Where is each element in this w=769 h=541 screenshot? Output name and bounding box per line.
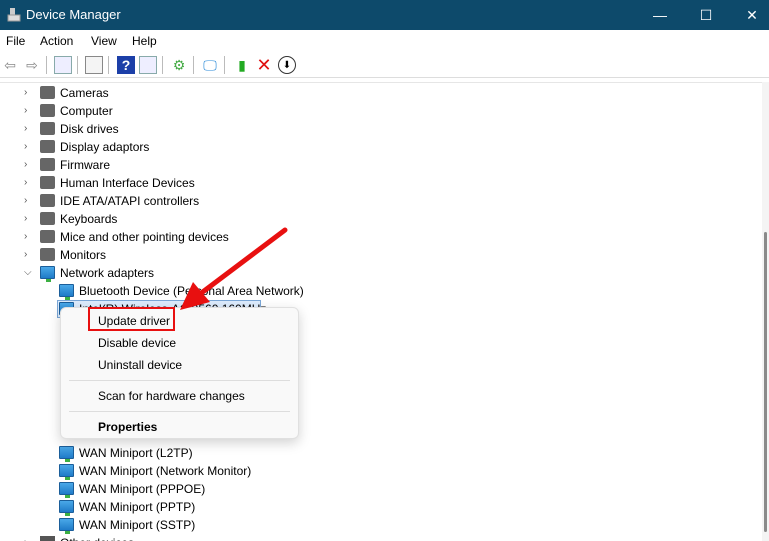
annotation-arrow [180,227,288,310]
